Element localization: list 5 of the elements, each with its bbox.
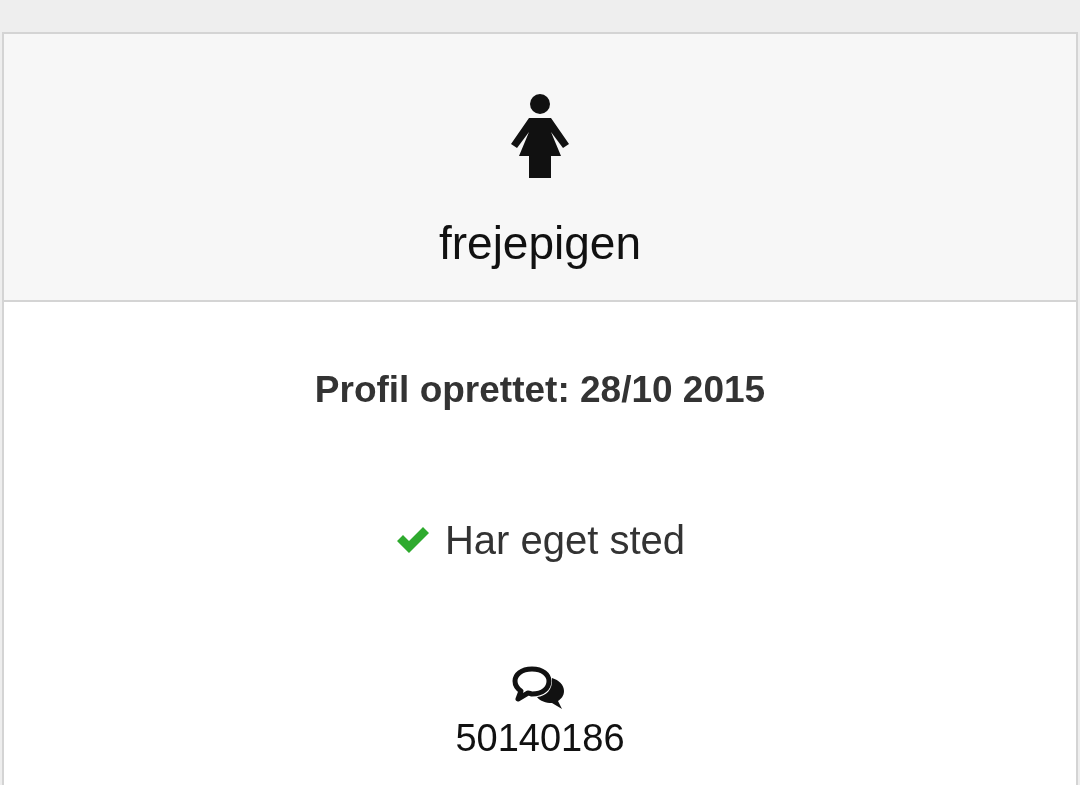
woman-icon [509, 94, 571, 178]
profile-created-date: Profil oprettet: 28/10 2015 [314, 368, 766, 412]
username: frejepigen [438, 216, 641, 271]
message-count: 50140186 [455, 716, 625, 762]
feature-label: Har eget sted [444, 517, 686, 565]
